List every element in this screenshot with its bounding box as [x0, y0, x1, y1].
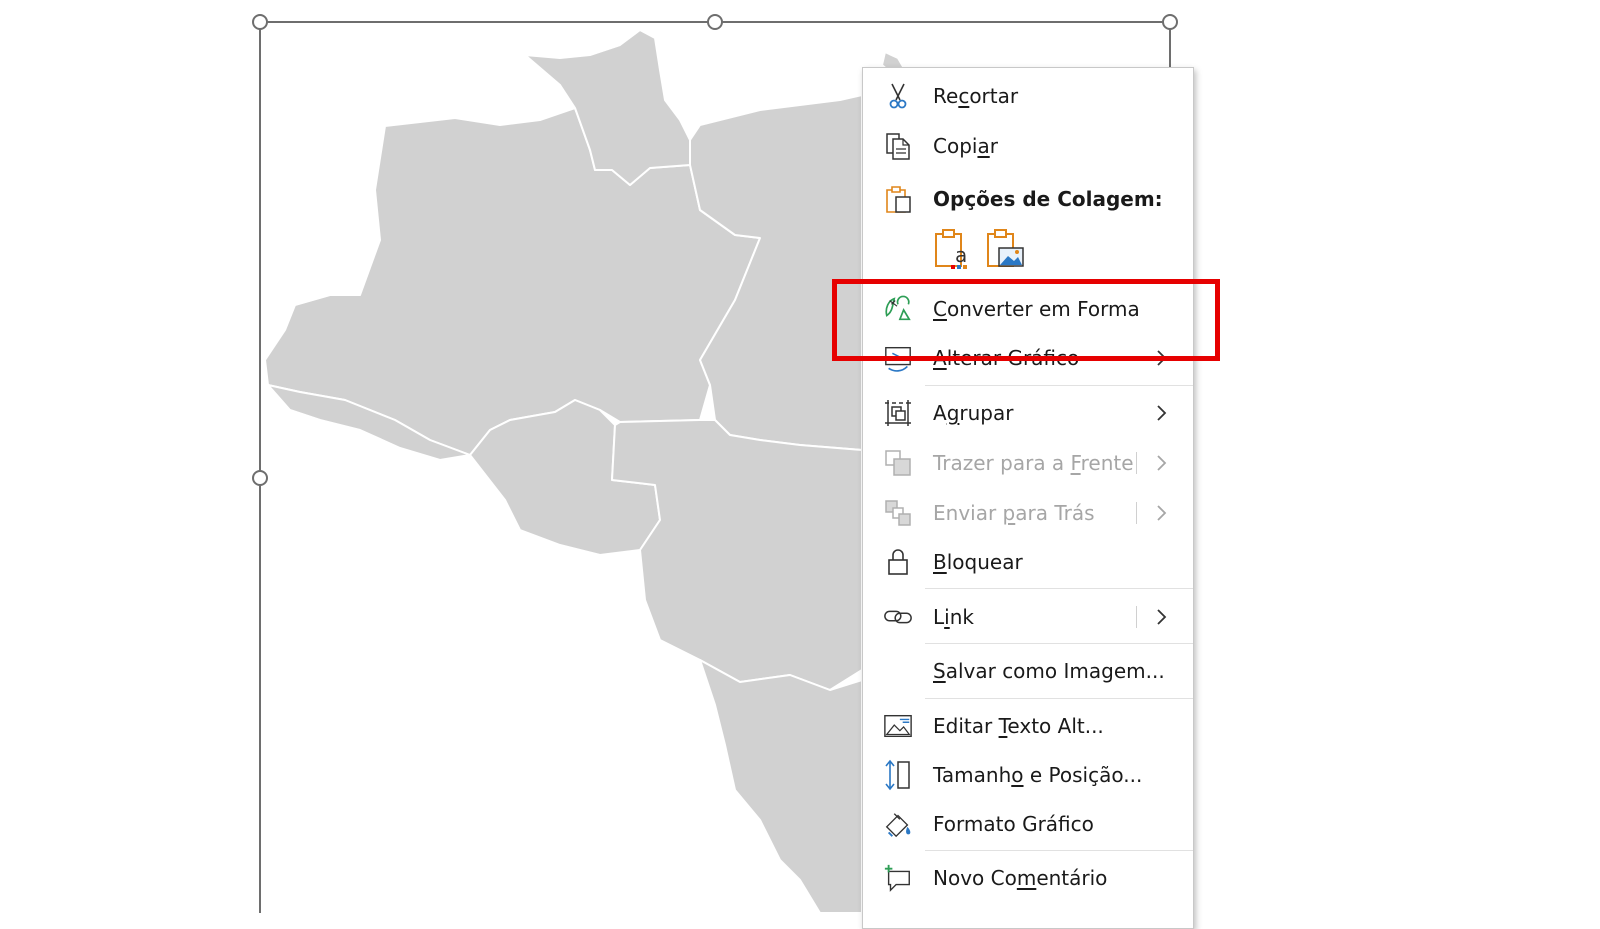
menu-item-tamanho-e-posicao[interactable]: Tamanho e Posição...: [863, 752, 1193, 798]
menu-separator: [925, 643, 1193, 644]
menu-separator: [925, 850, 1193, 851]
paste-option-as-picture[interactable]: [985, 226, 1025, 270]
menu-separator: [925, 698, 1193, 699]
menu-item-label: Tamanho e Posição...: [933, 763, 1143, 787]
group-icon: [883, 398, 913, 428]
brazil-map-graphic[interactable]: [0, 0, 1600, 913]
menu-item-label: Salvar como Imagem...: [933, 659, 1165, 683]
submenu-divider: [1136, 606, 1137, 628]
link-icon: [883, 602, 913, 632]
resize-handle-top-left[interactable]: [252, 14, 268, 30]
menu-separator: [925, 385, 1193, 386]
lock-icon: [883, 547, 913, 577]
menu-item-enviar-para-tras: Enviar para Trás: [863, 490, 1193, 536]
highlight-box: [832, 279, 1220, 361]
resize-handle-top-middle[interactable]: [707, 14, 723, 30]
paste-option-keep-text[interactable]: a: [933, 226, 973, 270]
chevron-right-icon: [1151, 453, 1171, 473]
send-to-back-icon: [883, 498, 913, 528]
size-position-icon: [883, 759, 913, 791]
menu-item-novo-comentario[interactable]: Novo Comentário: [863, 855, 1193, 901]
menu-item-label: Opções de Colagem:: [933, 187, 1163, 211]
menu-item-label: Enviar para Trás: [933, 501, 1095, 525]
resize-handle-middle-left[interactable]: [252, 470, 268, 486]
menu-item-bloquear[interactable]: Bloquear: [863, 539, 1193, 585]
map-region-mato-grosso: [611, 419, 863, 691]
menu-item-label: Trazer para a Frente: [933, 451, 1134, 475]
menu-item-editar-texto-alt[interactable]: Editar Texto Alt...: [863, 703, 1193, 749]
menu-item-salvar-como-imagem[interactable]: Salvar como Imagem...: [863, 648, 1193, 694]
svg-text:a: a: [955, 243, 967, 267]
clipboard-icon: [883, 184, 913, 214]
chevron-right-icon: [1151, 503, 1171, 523]
chevron-right-icon: [1151, 607, 1171, 627]
menu-item-copiar[interactable]: Copiar: [863, 123, 1193, 169]
menu-header-paste-options: Opções de Colagem:: [863, 176, 1193, 222]
menu-item-link[interactable]: Link: [863, 594, 1193, 640]
context-menu: Recortar Copiar Opções de Colagem: a Con…: [862, 67, 1194, 929]
new-comment-icon: [883, 863, 913, 893]
menu-item-label: Copiar: [933, 134, 998, 158]
slide-canvas: Recortar Copiar Opções de Colagem: a Con…: [0, 0, 1600, 929]
paste-text-icon: a: [933, 229, 973, 274]
menu-item-label: Bloquear: [933, 550, 1023, 574]
alt-text-icon: [883, 711, 913, 741]
menu-item-recortar[interactable]: Recortar: [863, 73, 1193, 119]
menu-item-label: Editar Texto Alt...: [933, 714, 1104, 738]
menu-separator: [925, 588, 1193, 589]
map-region-mato-grosso-do-sul: [699, 659, 863, 913]
submenu-divider: [1136, 452, 1137, 474]
chevron-right-icon: [1151, 403, 1171, 423]
menu-item-label: Agrupar: [933, 401, 1014, 425]
menu-item-trazer-para-a-frente: Trazer para a Frente: [863, 440, 1193, 486]
menu-item-agrupar[interactable]: Agrupar: [863, 390, 1193, 436]
bring-to-front-icon: [883, 448, 913, 478]
format-graphic-icon: [883, 809, 913, 839]
resize-handle-top-right[interactable]: [1162, 14, 1178, 30]
scissors-icon: [883, 81, 913, 111]
submenu-divider: [1136, 502, 1137, 524]
copy-icon: [883, 131, 913, 161]
menu-item-label: Link: [933, 605, 974, 629]
paste-picture-icon: [985, 229, 1025, 274]
menu-item-formato-grafico[interactable]: Formato Gráfico: [863, 801, 1193, 847]
menu-item-label: Novo Comentário: [933, 866, 1108, 890]
menu-item-label: Formato Gráfico: [933, 812, 1094, 836]
menu-item-label: Recortar: [933, 84, 1019, 108]
